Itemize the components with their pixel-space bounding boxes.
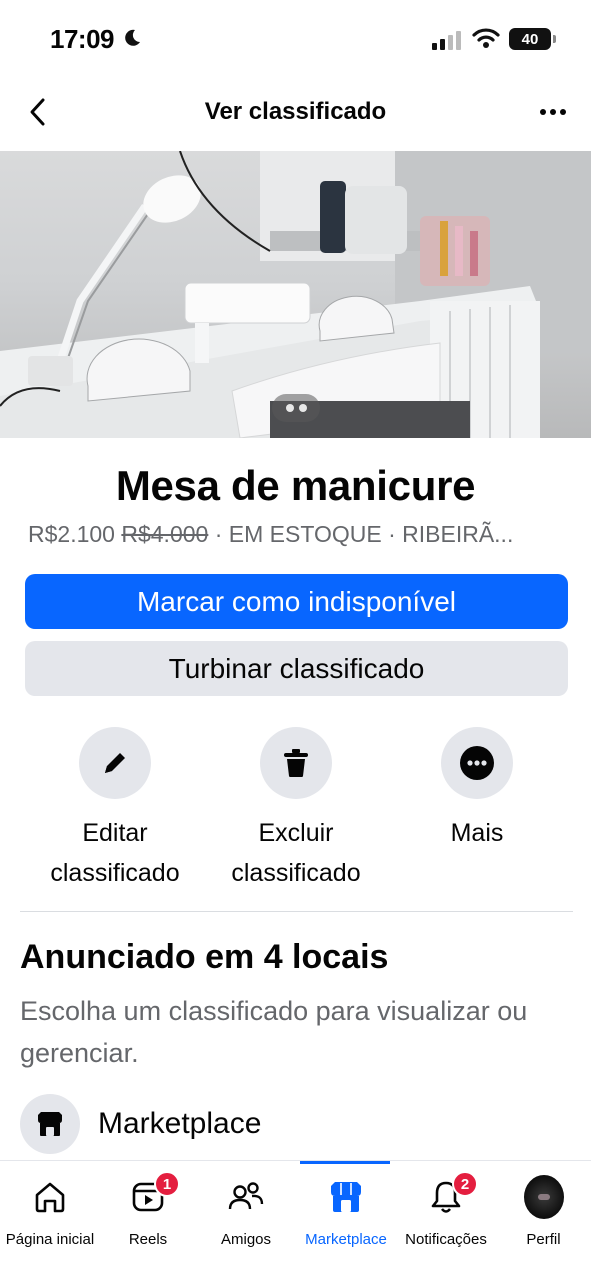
bottom-navigation: Página inicial 1 Reels Amigos Marketplac… xyxy=(0,1160,591,1280)
delete-listing-action[interactable]: Excluir classificado xyxy=(206,727,386,893)
nav-notifications[interactable]: 2 Notificações xyxy=(396,1161,496,1271)
avatar xyxy=(523,1175,564,1219)
nav-notifications-label: Notificações xyxy=(405,1231,487,1248)
nav-friends-label: Amigos xyxy=(220,1231,272,1248)
edit-circle[interactable] xyxy=(79,727,151,799)
nav-home[interactable]: Página inicial xyxy=(0,1161,100,1271)
nav-friends[interactable]: Amigos xyxy=(196,1161,296,1271)
nav-profile[interactable]: Perfil xyxy=(496,1161,591,1271)
more-circle-icon xyxy=(460,746,494,780)
nav-home-label: Página inicial xyxy=(5,1231,95,1248)
nav-marketplace[interactable]: Marketplace xyxy=(296,1161,396,1271)
moon-icon xyxy=(125,29,140,46)
nav-marketplace-label: Marketplace xyxy=(305,1231,387,1248)
signal-icon xyxy=(432,31,461,50)
section-divider xyxy=(20,911,573,912)
nav-reels-label: Reels xyxy=(128,1231,168,1248)
more-action[interactable]: Mais xyxy=(387,727,567,853)
trash-icon xyxy=(284,749,308,777)
locations-title: Anunciado em 4 locais xyxy=(20,938,389,976)
location-label: Marketplace xyxy=(98,1107,262,1140)
listing-title: Mesa de manicure xyxy=(115,462,476,509)
nav-reels[interactable]: 1 Reels xyxy=(100,1161,196,1271)
more-options-button[interactable] xyxy=(533,94,573,130)
photo-pager-indicator[interactable] xyxy=(272,394,320,422)
top-header: Ver classificado xyxy=(0,80,591,144)
edit-listing-action[interactable]: Editar classificado xyxy=(25,727,205,893)
edit-label-line2: classificado xyxy=(50,859,180,887)
notifications-badge: 2 xyxy=(452,1171,478,1197)
marketplace-circle xyxy=(20,1094,80,1154)
status-time: 17:09 xyxy=(50,24,115,54)
old-price: R$4.000 xyxy=(121,521,209,547)
marketplace-icon xyxy=(331,1182,361,1212)
location-item-marketplace[interactable]: Marketplace xyxy=(20,1094,570,1154)
wifi-icon xyxy=(472,28,500,48)
pager-dot xyxy=(298,404,307,412)
friends-icon xyxy=(228,1182,264,1210)
home-icon xyxy=(35,1182,65,1213)
stock-location: · EM ESTOQUE · RIBEIRÃ... xyxy=(208,521,514,547)
boost-listing-button[interactable]: Turbinar classificado xyxy=(25,641,568,696)
pencil-icon xyxy=(105,753,125,773)
page-title: Ver classificado xyxy=(204,98,387,125)
more-circle[interactable] xyxy=(441,727,513,799)
pager-dot xyxy=(285,404,294,412)
battery-icon: 40 xyxy=(509,28,556,50)
locations-description: Escolha um classificado para visualizar … xyxy=(20,996,528,1068)
delete-label-line1: Excluir xyxy=(258,819,334,847)
more-horizontal-icon xyxy=(540,109,546,115)
more-label: Mais xyxy=(450,819,504,847)
edit-label-line1: Editar xyxy=(82,819,148,847)
marketplace-icon xyxy=(38,1112,62,1136)
delete-circle[interactable] xyxy=(260,727,332,799)
mark-unavailable-button[interactable]: Marcar como indisponível xyxy=(25,574,568,629)
delete-label-line2: classificado xyxy=(231,859,361,887)
status-bar: 17:09 40 xyxy=(0,0,591,80)
price: R$2.100 xyxy=(28,521,115,547)
reels-badge: 1 xyxy=(154,1171,180,1197)
nav-profile-label: Perfil xyxy=(526,1231,561,1248)
listing-meta: R$2.100 R$4.000 · EM ESTOQUE · RIBEIRÃ..… xyxy=(28,521,568,548)
